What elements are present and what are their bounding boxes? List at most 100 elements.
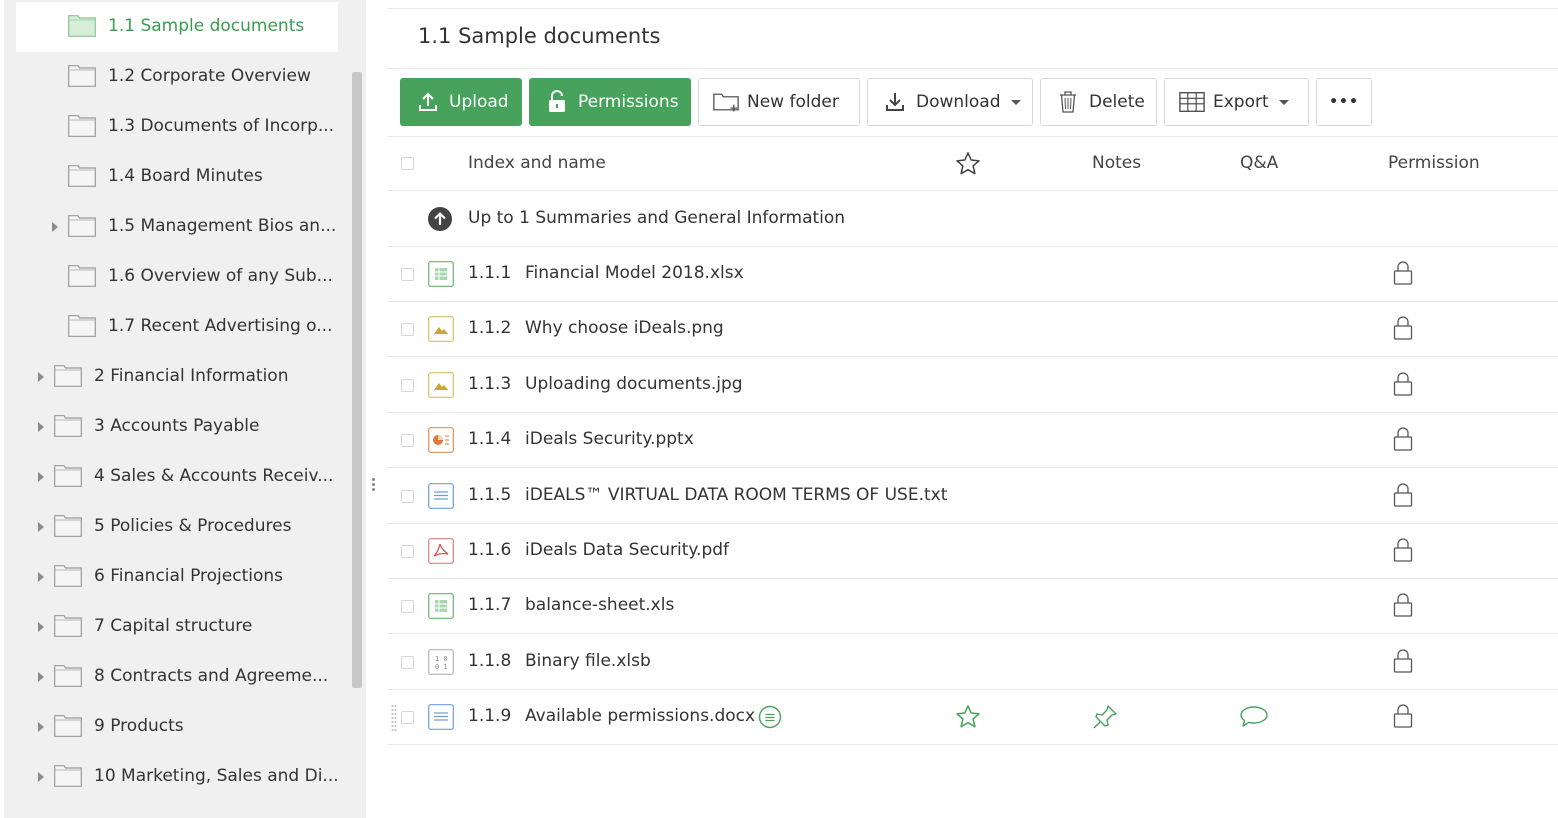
file-row[interactable]: 1.1.6 iDeals Data Security.pdf (388, 524, 1558, 579)
column-header-qa[interactable]: Q&A (1240, 153, 1278, 173)
file-index: 1.1.8 (468, 650, 512, 671)
sidebar-folder-label: 2 Financial Information (94, 366, 289, 386)
expand-caret-icon[interactable] (38, 522, 44, 532)
delete-button[interactable]: Delete (1040, 78, 1157, 126)
upload-button[interactable]: Upload (400, 78, 522, 126)
expand-caret-icon[interactable] (38, 572, 44, 582)
expand-caret-icon[interactable] (38, 722, 44, 732)
pin-icon[interactable] (1091, 703, 1119, 736)
permission-lock-icon[interactable] (1392, 315, 1414, 346)
expand-caret-icon[interactable] (38, 772, 44, 782)
image-icon (428, 316, 454, 343)
folder-icon (68, 315, 96, 337)
sidebar-folder-item[interactable]: 4 Sales & Accounts Receiv... (4, 452, 354, 502)
row-checkbox[interactable] (401, 268, 414, 281)
expand-caret-icon[interactable] (38, 372, 44, 382)
file-row[interactable]: 1.1.3 Uploading documents.jpg (388, 358, 1558, 413)
sidebar-folder-item[interactable]: 10 Marketing, Sales and Di... (4, 752, 354, 802)
column-header-notes[interactable]: Notes (1092, 153, 1141, 173)
folder-icon (54, 565, 82, 587)
expand-caret-icon[interactable] (52, 222, 58, 232)
file-row[interactable]: 1.1.7 balance-sheet.xls (388, 579, 1558, 635)
column-header-name[interactable]: Index and name (468, 153, 606, 173)
favorite-column-star-icon[interactable] (954, 150, 982, 183)
file-row[interactable]: 1 00 1 1.1.8 Binary file.xlsb (388, 635, 1558, 690)
expand-caret-icon[interactable] (38, 472, 44, 482)
permission-lock-icon[interactable] (1392, 592, 1414, 623)
file-name-link[interactable]: iDeals Data Security.pdf (525, 540, 729, 560)
sidebar-folder-item[interactable]: 1.6 Overview of any Sub... (4, 252, 354, 302)
permission-lock-icon[interactable] (1392, 260, 1414, 291)
permission-lock-icon[interactable] (1392, 371, 1414, 402)
expand-caret-icon[interactable] (38, 422, 44, 432)
file-name-link[interactable]: iDEALS™ VIRTUAL DATA ROOM TERMS OF USE.t… (525, 485, 947, 505)
file-name-link[interactable]: Binary file.xlsb (525, 651, 651, 671)
file-row[interactable]: 1.1.1 Financial Model 2018.xlsx (388, 247, 1558, 302)
unlock-icon (544, 89, 570, 115)
column-header-permission[interactable]: Permission (1388, 153, 1480, 173)
sidebar-folder-item[interactable]: 2 Financial Information (4, 352, 354, 402)
favorite-star-icon[interactable] (954, 703, 982, 736)
row-checkbox[interactable] (401, 655, 414, 669)
select-all-checkbox[interactable] (401, 157, 414, 170)
sidebar-folder-item[interactable]: 3 Accounts Payable (4, 402, 354, 452)
expand-caret-icon[interactable] (38, 622, 44, 632)
file-name-link[interactable]: Uploading documents.jpg (525, 374, 743, 394)
sidebar-folder-item[interactable]: 1.7 Recent Advertising o... (4, 302, 354, 352)
permission-lock-icon[interactable] (1392, 648, 1414, 679)
main-panel: 1.1 Sample documents Upload Permissions … (388, 0, 1558, 818)
divider (388, 68, 1558, 69)
file-name-link[interactable]: iDeals Security.pptx (525, 429, 694, 449)
file-row[interactable]: 1.1.5 iDEALS™ VIRTUAL DATA ROOM TERMS OF … (388, 469, 1558, 524)
note-badge-icon[interactable] (758, 705, 782, 734)
sidebar-folder-item[interactable]: 1.1 Sample documents (16, 2, 338, 52)
folder-icon (54, 765, 82, 787)
arrow-up-circle-icon (427, 206, 453, 237)
file-name-link[interactable]: Available permissions.docx (525, 706, 755, 726)
row-checkbox[interactable] (401, 600, 414, 614)
panel-resize-handle[interactable] (370, 476, 376, 500)
new-folder-button[interactable]: New folder (698, 78, 860, 126)
sidebar-folder-item[interactable]: 9 Products (4, 702, 354, 752)
qa-comment-icon[interactable] (1239, 704, 1269, 735)
permission-lock-icon[interactable] (1392, 537, 1414, 568)
export-button[interactable]: Export (1164, 78, 1309, 126)
more-actions-button[interactable]: ••• (1316, 78, 1372, 126)
sidebar-folder-item[interactable]: 1.3 Documents of Incorp... (4, 102, 354, 152)
file-name-link[interactable]: Why choose iDeals.png (525, 318, 724, 338)
file-index: 1.1.5 (468, 484, 512, 505)
up-folder-link[interactable]: Up to 1 Summaries and General Informatio… (468, 208, 845, 228)
row-checkbox[interactable] (401, 545, 414, 558)
up-folder-row[interactable]: Up to 1 Summaries and General Informatio… (388, 192, 1558, 247)
sidebar-folder-item[interactable]: 1.2 Corporate Overview (4, 52, 354, 102)
sidebar-folder-item[interactable]: 5 Policies & Procedures (4, 502, 354, 552)
svg-text:1 0: 1 0 (435, 655, 448, 663)
permission-lock-icon[interactable] (1392, 426, 1414, 457)
sidebar-folder-item[interactable]: 1.5 Management Bios an... (4, 202, 354, 252)
row-checkbox[interactable] (401, 434, 414, 448)
row-checkbox[interactable] (401, 711, 414, 725)
spreadsheet-icon (428, 261, 454, 287)
sidebar-folder-item[interactable]: 1.4 Board Minutes (4, 152, 354, 202)
download-button[interactable]: Download (867, 78, 1033, 126)
permissions-button[interactable]: Permissions (529, 78, 691, 126)
drag-handle-icon[interactable] (391, 704, 397, 737)
row-checkbox[interactable] (401, 378, 414, 392)
permission-lock-icon[interactable] (1392, 703, 1414, 734)
sidebar-folder-label: 5 Policies & Procedures (94, 516, 292, 536)
sidebar-folder-item[interactable]: 7 Capital structure (4, 602, 354, 652)
file-row[interactable]: 1.1.2 Why choose iDeals.png (388, 302, 1558, 358)
file-row[interactable]: 1.1.4 iDeals Security.pptx (388, 413, 1558, 469)
file-index: 1.1.1 (468, 263, 512, 283)
file-name-link[interactable]: balance-sheet.xls (525, 595, 674, 615)
expand-caret-icon[interactable] (38, 672, 44, 682)
file-name-link[interactable]: Financial Model 2018.xlsx (525, 263, 744, 283)
sidebar-folder-label: 6 Financial Projections (94, 566, 283, 586)
sidebar-scrollbar[interactable] (352, 72, 362, 688)
permission-lock-icon[interactable] (1392, 482, 1414, 513)
row-checkbox[interactable] (401, 489, 414, 503)
file-row[interactable]: 1.1.9 Available permissions.docx (388, 690, 1558, 746)
sidebar-folder-item[interactable]: 8 Contracts and Agreeme... (4, 652, 354, 702)
sidebar-folder-item[interactable]: 6 Financial Projections (4, 552, 354, 602)
row-checkbox[interactable] (401, 323, 414, 337)
